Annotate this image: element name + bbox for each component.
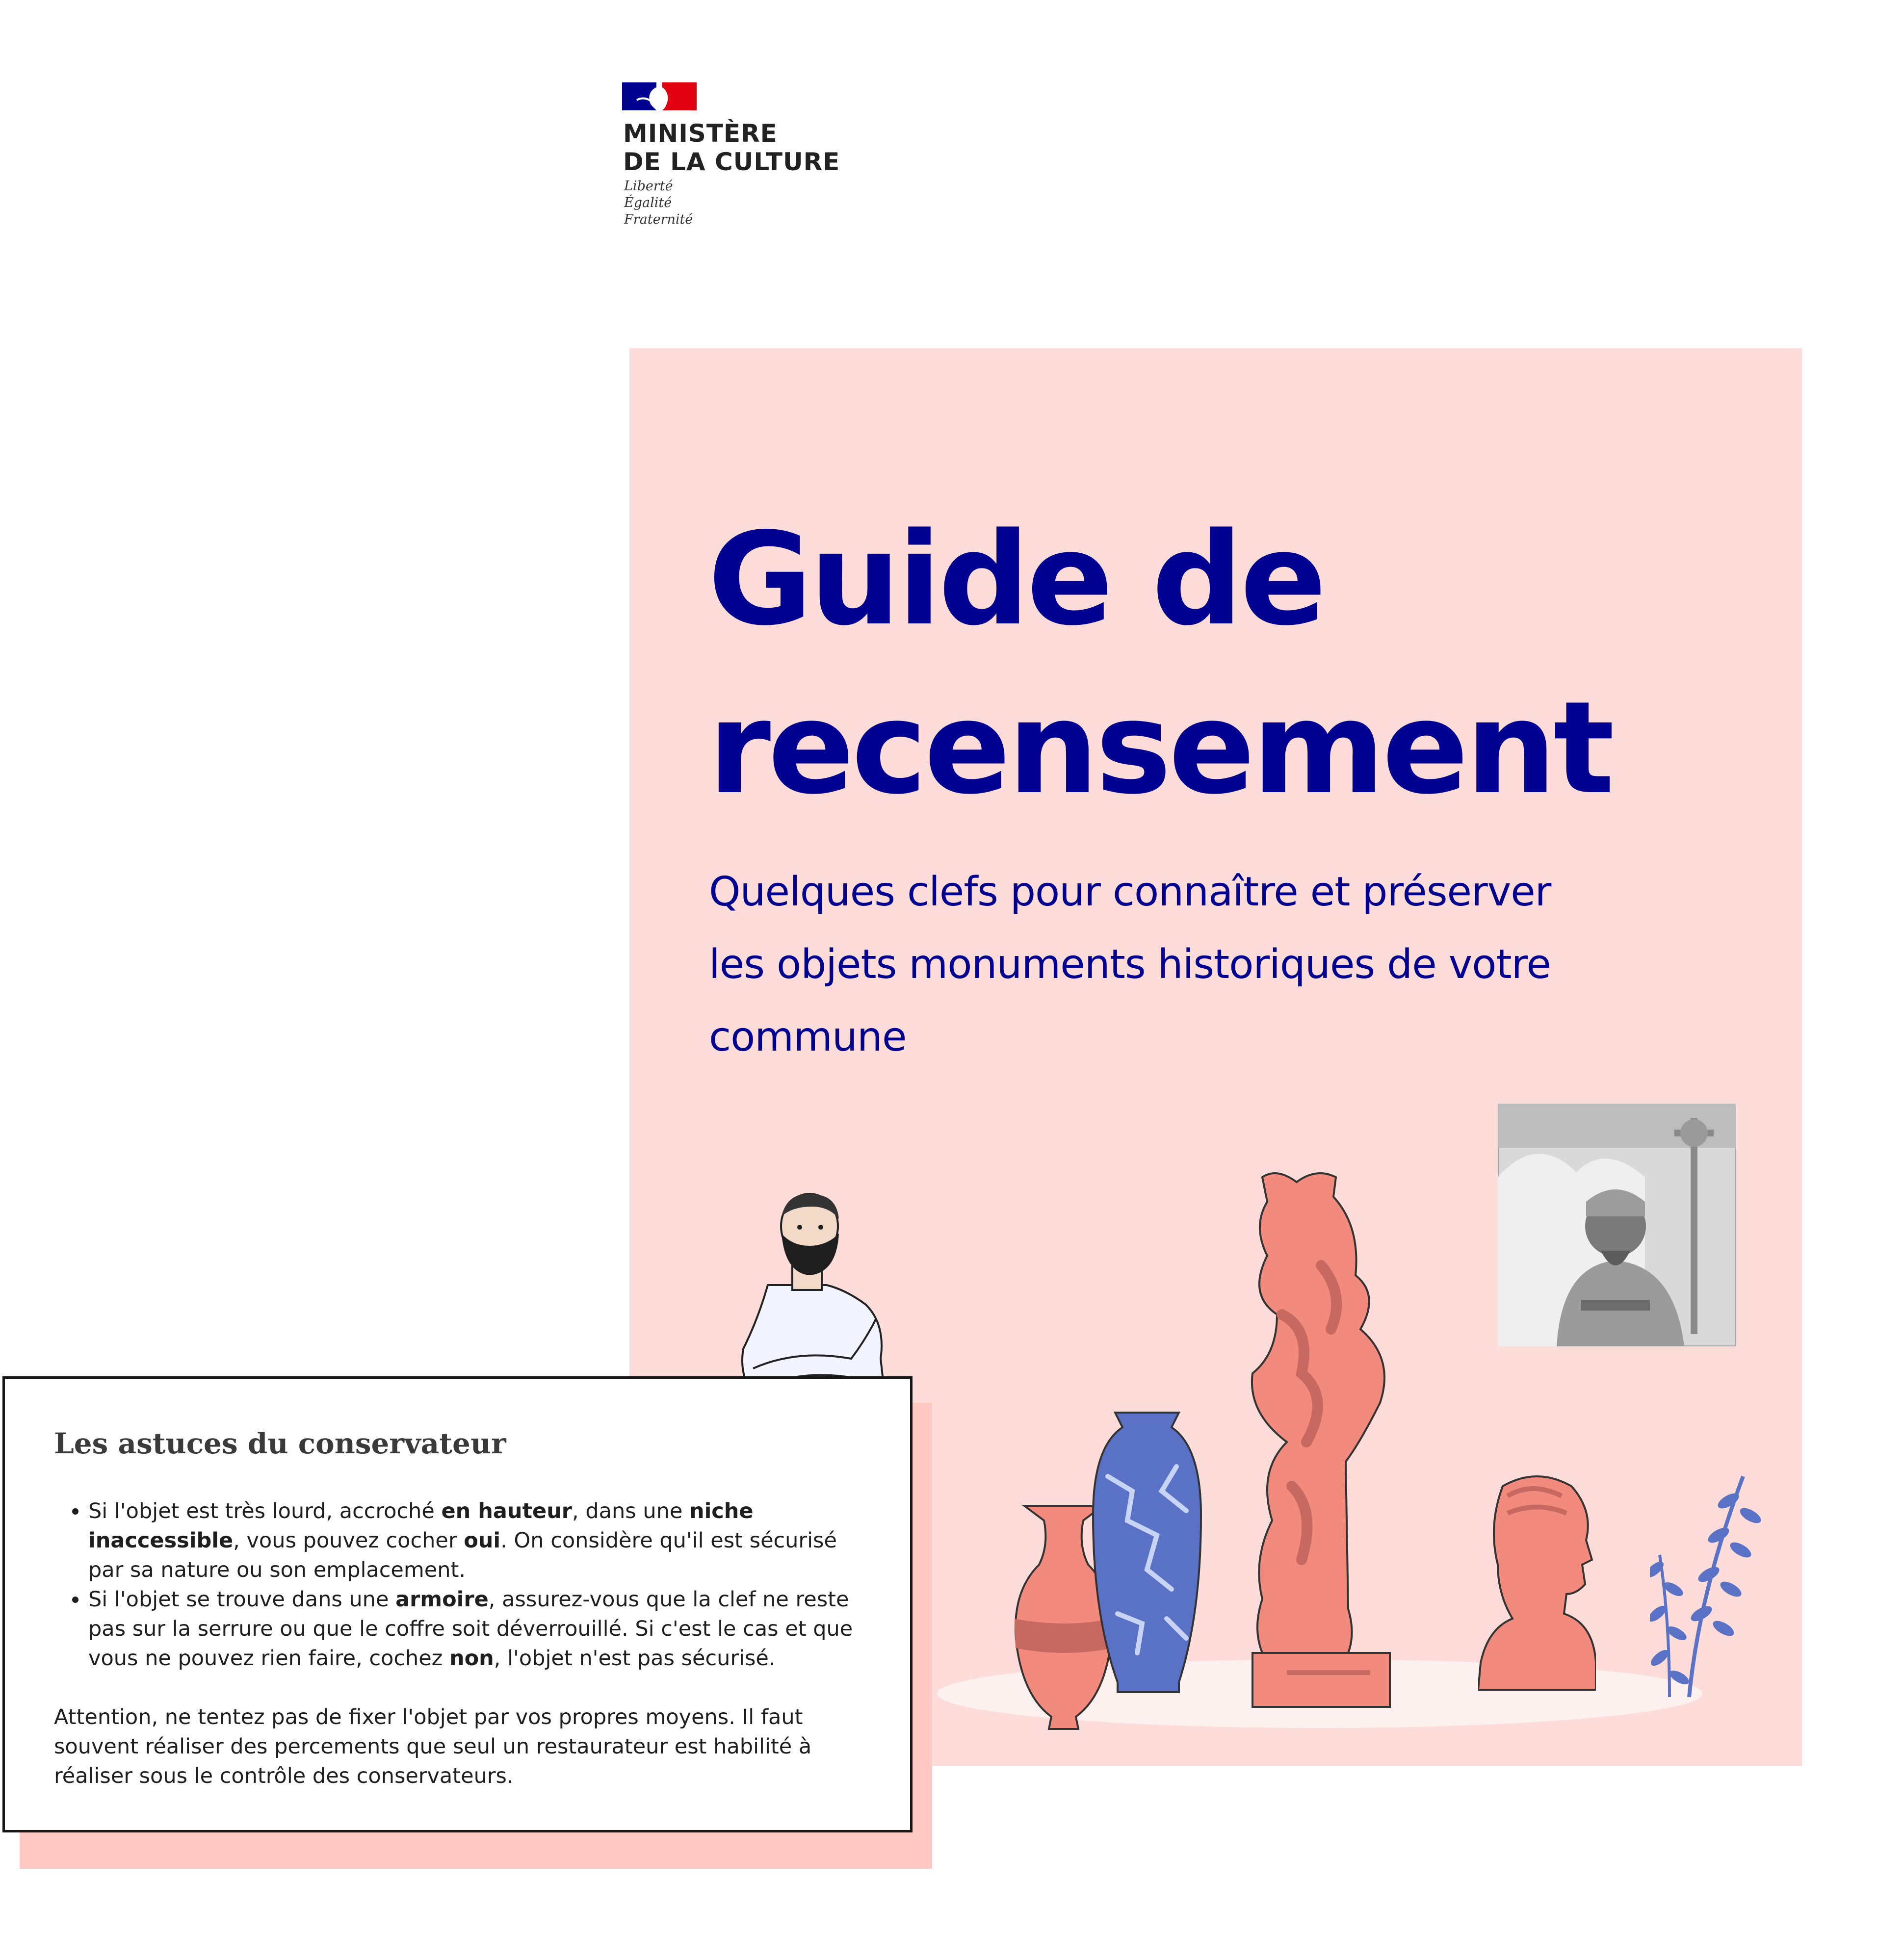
tip-text: Si l'objet est très lourd, accroché: [88, 1499, 442, 1523]
tips-list: Si l'objet est très lourd, accroché en h…: [54, 1496, 873, 1673]
motto-fraternite: Fraternité: [624, 212, 693, 227]
tip-emphasis: armoire: [395, 1587, 489, 1612]
tip-text: Si l'objet se trouve dans une: [88, 1587, 396, 1612]
blue-cracked-vase-icon: [1092, 1412, 1202, 1693]
terracotta-statue-icon: [1251, 1172, 1391, 1708]
logo-culture-line: DE LA CULTURE: [623, 148, 840, 176]
bearded-conservator-icon: [741, 1193, 886, 1403]
tip-text: , dans une: [572, 1499, 689, 1523]
tip-item: Si l'objet est très lourd, accroché en h…: [88, 1496, 873, 1585]
logo-ministry-line: MINISTÈRE: [623, 119, 778, 148]
warning-text: Attention, ne tentez pas de fixer l'obje…: [54, 1705, 812, 1788]
tip-emphasis: en hauteur: [441, 1499, 573, 1523]
motto-liberte: Liberté: [624, 179, 673, 194]
motto-egalite: Égalité: [624, 195, 672, 210]
callout-title: Les astuces du conservateur: [54, 1427, 506, 1460]
cover-subtitle: Quelques clefs pour connaître et préserv…: [709, 869, 1551, 1060]
tip-item: Si l'objet se trouve dans une armoire, a…: [88, 1585, 873, 1673]
tip-text: , vous pouvez cocher: [233, 1528, 464, 1553]
tip-emphasis: oui: [464, 1528, 501, 1553]
tip-emphasis: non: [449, 1646, 494, 1671]
tip-text: , l'objet n'est pas sécurisé.: [494, 1646, 776, 1671]
conservator-tips-card: Les astuces du conservateur Si l'objet e…: [2, 1376, 913, 1832]
ministry-logo: MINISTÈRE DE LA CULTURE Liberté Égalité …: [622, 81, 848, 243]
blue-branches-icon: [1650, 1475, 1761, 1698]
marianne-flag-icon: [622, 82, 697, 110]
cover-title: Guide de recensement: [708, 506, 1615, 823]
grey-painting-icon: [1498, 1104, 1736, 1346]
terracotta-bust-icon: [1478, 1475, 1596, 1691]
